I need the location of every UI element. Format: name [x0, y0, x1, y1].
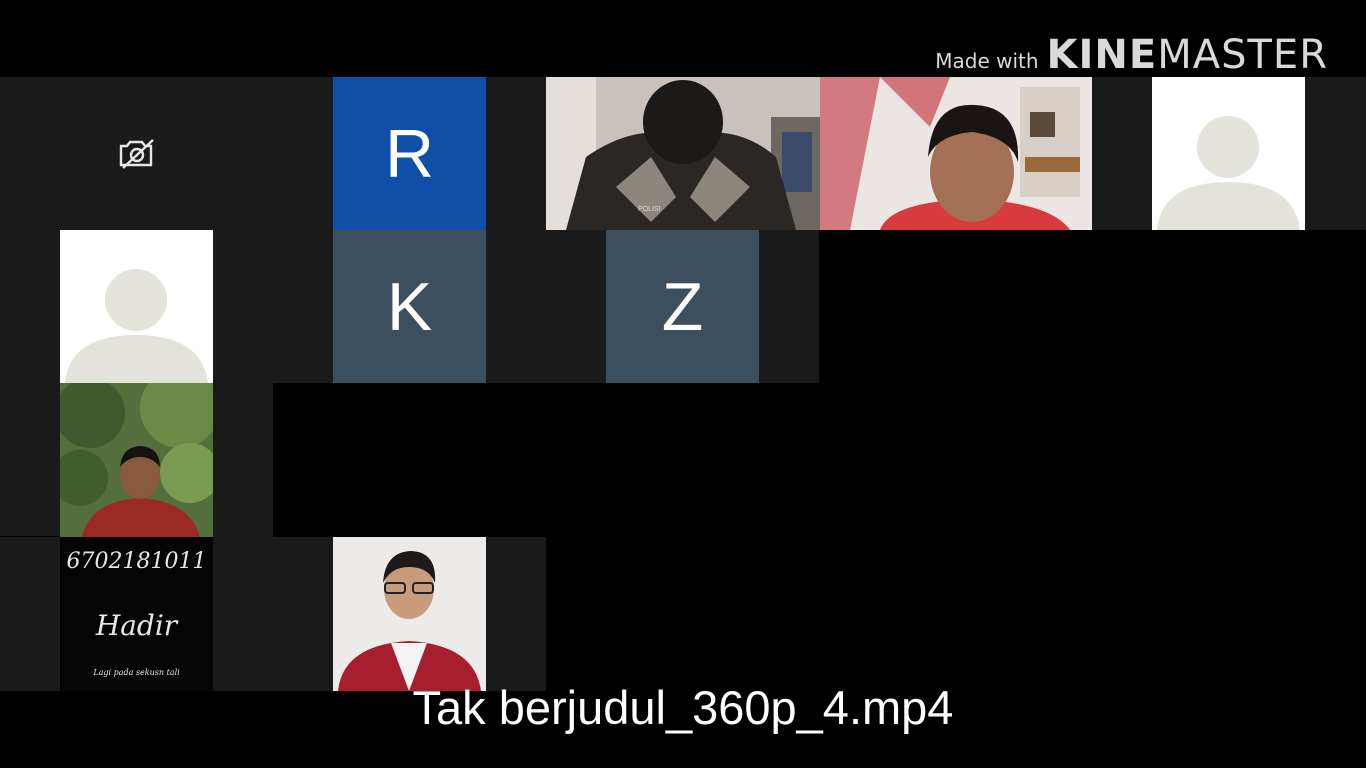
note-small-text: Lagi pada sekusn tali — [93, 668, 180, 677]
participant-initial-k: K — [386, 268, 433, 345]
grid-gap — [486, 537, 546, 691]
grid-gap — [486, 77, 546, 230]
participant-video-outdoor[interactable] — [60, 383, 213, 537]
grid-gap — [0, 383, 60, 536]
grid-gap — [759, 230, 819, 383]
participant-video-formal[interactable] — [333, 537, 486, 691]
note-status: Hadir — [95, 609, 178, 642]
person-avatar-icon — [1157, 116, 1300, 230]
grid-gap — [1092, 77, 1152, 230]
participant-video-image: POLISI — [546, 77, 820, 230]
participant-video-red-shirt[interactable] — [820, 77, 1092, 230]
participant-tile-r[interactable]: R — [333, 77, 486, 230]
grid-gap — [213, 383, 273, 537]
participant-tile-k[interactable]: K — [333, 230, 486, 383]
participant-video-masked[interactable]: POLISI — [546, 77, 820, 230]
shirt-label: POLISI — [638, 206, 661, 213]
grid-gap — [213, 230, 333, 383]
camera-off-icon — [119, 138, 154, 169]
note-number: 6702181011 — [66, 549, 207, 574]
kinemaster-watermark: Made with KINEMASTER — [935, 32, 1328, 78]
participant-video-image — [333, 537, 486, 691]
grid-gap — [213, 537, 333, 691]
video-filename-caption: Tak berjudul_360p_4.mp4 — [412, 681, 954, 734]
grid-gap — [0, 230, 60, 383]
grid-gap — [273, 77, 333, 230]
participant-tile-avatar[interactable] — [60, 230, 213, 383]
grid-gap — [0, 537, 60, 691]
watermark-brand: KINEMASTER — [1046, 32, 1328, 78]
grid-gap — [486, 230, 606, 383]
watermark-prefix: Made with — [935, 49, 1039, 73]
person-avatar-icon — [65, 269, 208, 383]
participant-tile-note[interactable]: 6702181011 Hadir Lagi pada sekusn tali — [60, 537, 213, 691]
participant-tile-z[interactable]: Z — [606, 230, 759, 383]
participant-tile-camera-off[interactable] — [0, 77, 273, 230]
participant-initial-z: Z — [661, 268, 704, 345]
participant-video-image — [820, 77, 1092, 230]
participant-tile-avatar[interactable] — [1152, 77, 1305, 230]
participant-initial-r: R — [384, 115, 435, 192]
participant-video-image — [60, 383, 213, 537]
grid-gap — [1305, 77, 1366, 230]
